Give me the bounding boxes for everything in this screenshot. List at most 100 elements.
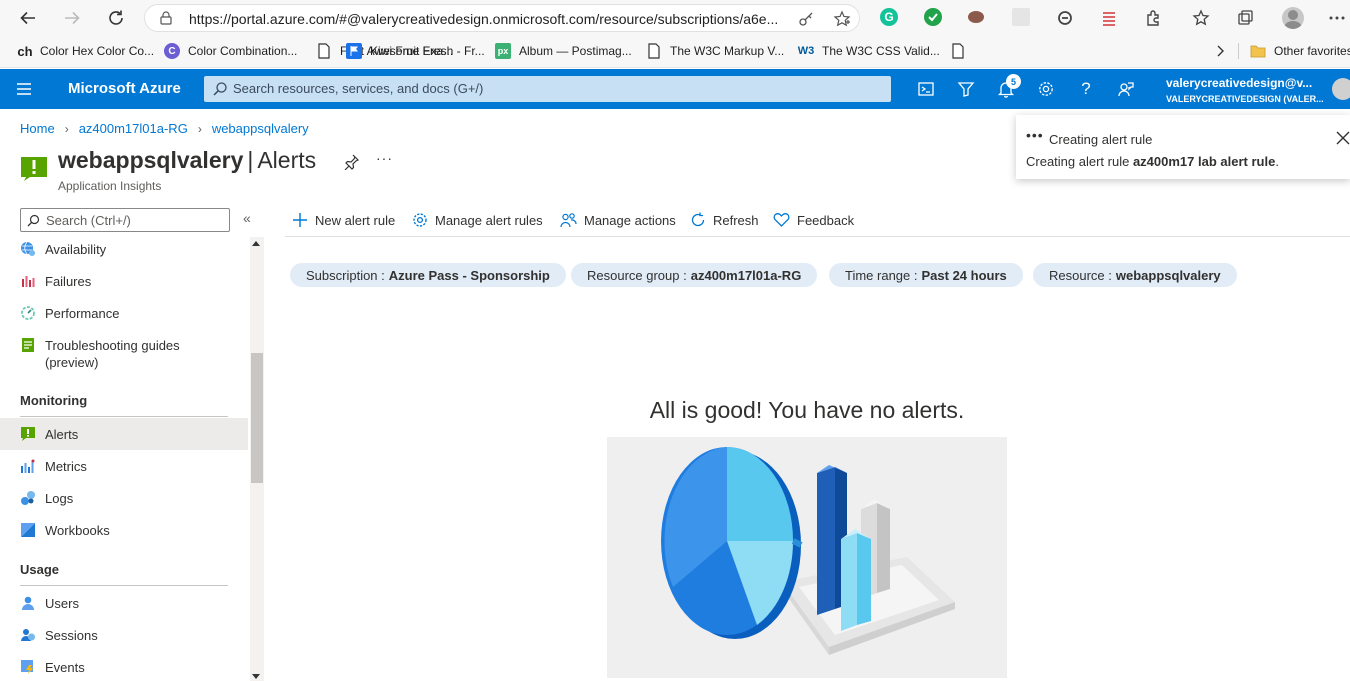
- pie-and-bar-chart-illustration: [661, 447, 955, 655]
- notification-toast[interactable]: ••• Creating alert rule Creating alert r…: [1016, 115, 1350, 179]
- sidebar-item-troubleshooting-guides[interactable]: Troubleshooting guides (preview): [0, 337, 248, 377]
- sidebar-item-performance[interactable]: Performance: [0, 297, 248, 329]
- bookmark-item[interactable]: W3 The W3C CSS Valid...: [798, 41, 940, 61]
- sidebar-item-metrics[interactable]: Metrics: [0, 450, 248, 482]
- folder-icon: [1250, 45, 1266, 58]
- search-icon: [27, 214, 40, 227]
- feedback-topbar-button[interactable]: [1115, 78, 1137, 100]
- collapse-sidebar-button[interactable]: «: [243, 210, 251, 226]
- sync-extension-icon[interactable]: [1054, 7, 1076, 29]
- more-horizontal-icon: [1329, 16, 1345, 20]
- scroll-down-arrow-icon[interactable]: [252, 674, 260, 679]
- alerts-icon: [21, 427, 35, 441]
- sidebar-item-label: Users: [45, 595, 79, 611]
- back-button[interactable]: [16, 6, 40, 30]
- manage-actions-button[interactable]: Manage actions: [560, 210, 676, 230]
- sidebar-item-sessions[interactable]: Sessions: [0, 619, 248, 651]
- pin-icon[interactable]: [343, 154, 359, 170]
- cloud-shell-button[interactable]: [915, 78, 937, 100]
- section-divider: [20, 585, 228, 586]
- add-favorite-icon[interactable]: [833, 10, 851, 28]
- bookmark-item[interactable]: C Color Combination...: [164, 41, 297, 61]
- settings-button[interactable]: [1035, 78, 1057, 100]
- account-name[interactable]: valerycreativedesign@v...: [1166, 76, 1312, 90]
- plus-icon: [293, 213, 307, 227]
- bookmark-item[interactable]: [950, 41, 974, 61]
- favorites-button[interactable]: [1190, 7, 1212, 29]
- bookmarks-divider: [1238, 43, 1239, 59]
- manage-alert-rules-button[interactable]: Manage alert rules: [412, 210, 543, 230]
- sidebar-search-input[interactable]: Search (Ctrl+/): [20, 208, 230, 232]
- sessions-icon: [21, 629, 35, 641]
- breadcrumb-home-link[interactable]: Home: [20, 121, 55, 136]
- coffee-extension-icon[interactable]: [968, 11, 984, 23]
- ch-favicon-icon: ch: [17, 43, 33, 59]
- breadcrumb-resource-link[interactable]: webappsqlvalery: [212, 121, 309, 136]
- sidebar-item-events[interactable]: Events: [0, 651, 248, 681]
- browser-profile-avatar[interactable]: [1282, 7, 1304, 29]
- check-extension-icon[interactable]: [924, 8, 942, 26]
- bookmarks-overflow-button[interactable]: [1214, 41, 1226, 61]
- lorem-extension-icon[interactable]: [1098, 7, 1120, 29]
- account-tenant[interactable]: VALERYCREATIVEDESIGN (VALER...: [1166, 94, 1324, 104]
- filter-pill-resource-group[interactable]: Resource group : az400m17l01a-RG: [571, 263, 818, 287]
- manage-alert-rules-label: Manage alert rules: [435, 212, 543, 228]
- new-alert-rule-button[interactable]: New alert rule: [292, 210, 395, 230]
- sidebar-menu: Availability Failures Performance Troubl…: [0, 237, 248, 681]
- close-icon[interactable]: [1336, 131, 1350, 145]
- collections-button[interactable]: [1234, 7, 1256, 29]
- sidebar-scroll-thumb[interactable]: [251, 353, 263, 483]
- chevron-right-icon: [1217, 45, 1224, 57]
- extensions-button[interactable]: [1142, 7, 1164, 29]
- scroll-up-arrow-icon[interactable]: [252, 241, 260, 246]
- url-text[interactable]: https://portal.azure.com/#@valerycreativ…: [189, 11, 789, 27]
- help-button[interactable]: ?: [1075, 78, 1097, 100]
- sidebar-item-failures[interactable]: Failures: [0, 265, 248, 297]
- sidebar-item-logs[interactable]: Logs: [0, 482, 248, 514]
- bookmark-item[interactable]: Kiwi Fruit Fresh - Fr...: [346, 41, 485, 61]
- forward-button[interactable]: [60, 6, 84, 30]
- sidebar-item-availability[interactable]: Availability: [0, 237, 248, 265]
- bookmark-item[interactable]: The W3C Markup V...: [646, 41, 784, 61]
- browser-menu-button[interactable]: [1326, 7, 1348, 29]
- sidebar-item-workbooks[interactable]: Workbooks: [0, 514, 248, 546]
- filter-pill-resource[interactable]: Resource : webappsqlvalery: [1033, 263, 1237, 287]
- feedback-button[interactable]: Feedback: [773, 210, 854, 230]
- forward-arrow-icon: [65, 11, 80, 25]
- directory-filter-button[interactable]: [955, 78, 977, 100]
- sidebar-item-label: Metrics: [45, 458, 87, 474]
- sidebar-item-label: Events: [45, 659, 85, 675]
- sidebar-item-alerts[interactable]: Alerts: [0, 418, 248, 450]
- feedback-label: Feedback: [797, 212, 855, 228]
- empty-state-illustration: [607, 437, 1007, 678]
- document-favicon-icon: [648, 43, 660, 59]
- favorites-star-icon: [1192, 9, 1210, 26]
- other-favorites-folder[interactable]: Other favorites: [1250, 41, 1350, 61]
- search-icon: [213, 82, 227, 96]
- global-search-input[interactable]: Search resources, services, and docs (G+…: [204, 76, 891, 102]
- more-options-button[interactable]: ···: [376, 150, 393, 166]
- resource-type: Application Insights: [58, 179, 162, 193]
- sidebar-item-users[interactable]: Users: [0, 587, 248, 619]
- bookmark-item[interactable]: px Album — Postimag...: [495, 41, 632, 61]
- directory-filter-icon: [957, 82, 975, 97]
- filter-pill-subscription[interactable]: Subscription : Azure Pass - Sponsorship: [290, 263, 566, 287]
- bookmark-label: The W3C CSS Valid...: [822, 44, 940, 58]
- grammarly-extension-icon[interactable]: G: [880, 8, 898, 26]
- filter-value: webappsqlvalery: [1115, 267, 1221, 283]
- account-avatar[interactable]: [1332, 78, 1350, 100]
- refresh-button[interactable]: Refresh: [690, 210, 759, 230]
- azure-brand[interactable]: Microsoft Azure: [68, 80, 181, 97]
- address-bar[interactable]: https://portal.azure.com/#@valerycreativ…: [144, 4, 860, 32]
- bookmark-item[interactable]: ch Color Hex Color Co...: [16, 41, 154, 61]
- reload-button[interactable]: [104, 6, 128, 30]
- sidebar-item-label: Troubleshooting guides (preview): [45, 338, 180, 370]
- filter-pill-time-range[interactable]: Time range : Past 24 hours: [829, 263, 1023, 287]
- global-search-placeholder: Search resources, services, and docs (G+…: [233, 81, 484, 96]
- square-extension-icon[interactable]: [1012, 8, 1030, 26]
- breadcrumb-resource-group-link[interactable]: az400m17l01a-RG: [79, 121, 188, 136]
- gear-icon: [413, 213, 427, 227]
- hamburger-menu-icon[interactable]: [16, 81, 32, 97]
- key-icon[interactable]: [797, 10, 815, 28]
- command-bar: New alert rule Manage alert rules Manage…: [285, 204, 1350, 237]
